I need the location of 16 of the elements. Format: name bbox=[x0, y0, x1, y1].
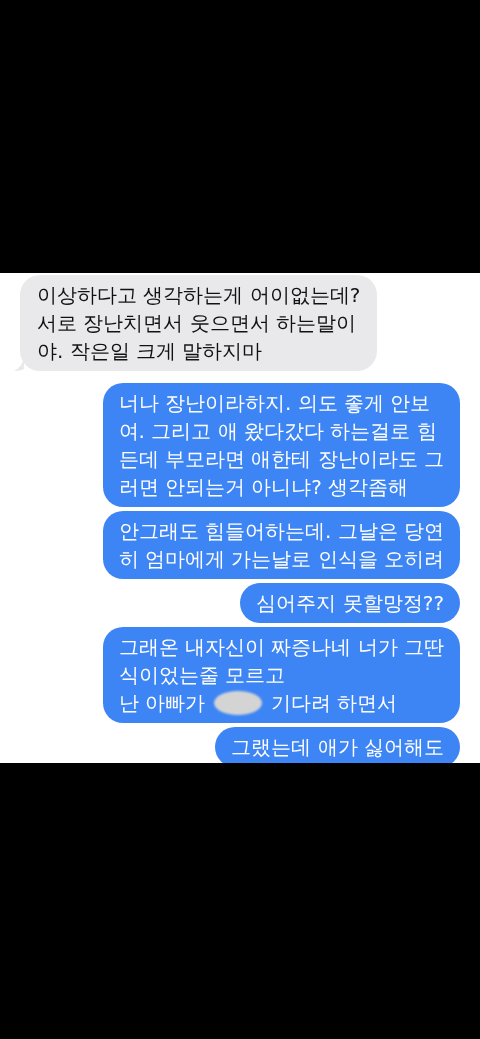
message-text: 기다려 하면서 bbox=[270, 690, 398, 717]
message-text: 그랬는데 애가 싫어해도 bbox=[231, 734, 444, 761]
message-text: 야. 작은일 크게 말하지마 bbox=[37, 338, 263, 365]
message-text: 이상하다고 생각하는게 어이없는데? bbox=[37, 282, 361, 309]
message-text: 그래온 내자신이 짜증나네 너가 그딴 bbox=[118, 634, 444, 661]
message-text: 심어주지 못할망정?? bbox=[256, 590, 444, 617]
message-text: 안그래도 힘들어하는데. 그날은 당연 bbox=[118, 518, 444, 545]
message-text: 서로 장난치면서 웃으면서 하는말이 bbox=[37, 310, 357, 337]
redaction-blur bbox=[213, 691, 262, 715]
message-text: 여. 그리고 애 왔다갔다 하는걸로 힘 bbox=[118, 418, 437, 445]
message-text: 식이었는줄 모르고 bbox=[118, 662, 285, 689]
message-text: 너나 장난이라하지. 의도 좋게 안보 bbox=[118, 390, 431, 417]
message-text: 러면 안되는거 아니냐? 생각좀해 bbox=[118, 474, 409, 501]
message-text: 든데 부모라면 애한테 장난이라도 그 bbox=[118, 446, 444, 473]
message-text: 히 엄마에게 가는날로 인식을 오히려 bbox=[118, 546, 444, 573]
message-text: 난 아빠가 bbox=[118, 690, 205, 717]
